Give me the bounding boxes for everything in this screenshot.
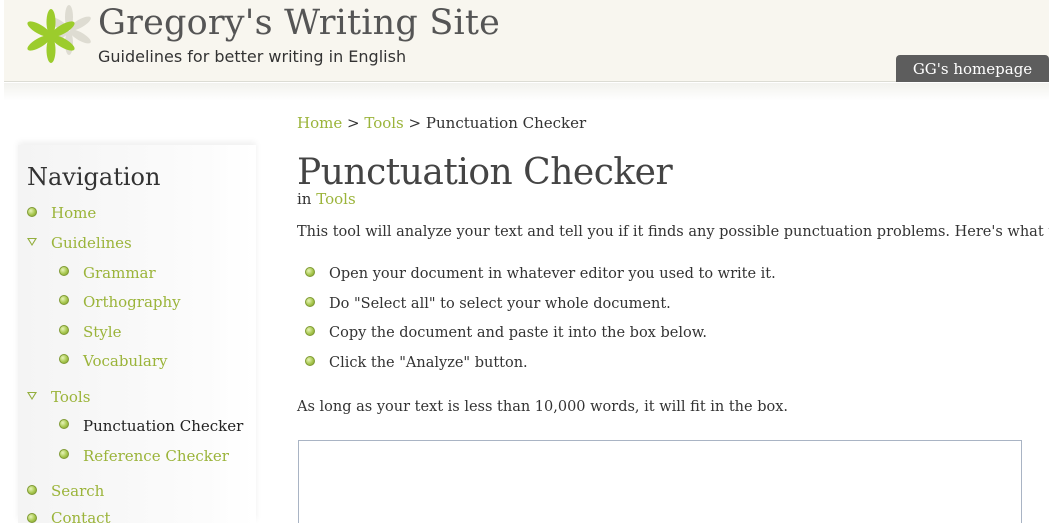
bullet-icon	[305, 297, 315, 307]
bullet-icon	[59, 295, 69, 305]
sidebar-item-reference-checker[interactable]: Reference Checker	[83, 447, 229, 465]
bullet-icon	[59, 325, 69, 335]
bullet-icon	[59, 354, 69, 364]
sidebar-item-grammar[interactable]: Grammar	[83, 264, 156, 282]
bullet-icon	[59, 449, 69, 459]
homepage-link-button[interactable]: GG's homepage	[896, 55, 1049, 82]
step-item: Open your document in whatever editor yo…	[329, 266, 776, 282]
bullet-icon	[305, 356, 315, 366]
sidebar-item-search[interactable]: Search	[51, 482, 104, 500]
site-subtitle: Guidelines for better writing in English	[98, 47, 407, 66]
sidebar-item-guidelines[interactable]: Guidelines	[51, 234, 132, 252]
step-item: Click the "Analyze" button.	[329, 355, 528, 371]
asterisk-flower-icon[interactable]	[18, 4, 98, 64]
bullet-icon	[59, 419, 69, 429]
category-tools-link[interactable]: Tools	[316, 190, 355, 208]
sidebar-navigation: Navigation Home Guidelines Grammar Ortho…	[18, 145, 256, 523]
step-item: Do "Select all" to select your whole doc…	[329, 296, 671, 312]
site-header: Gregory's Writing Site Guidelines for be…	[4, 0, 1049, 82]
nav-title: Navigation	[27, 163, 161, 191]
breadcrumb: Home > Tools > Punctuation Checker	[297, 114, 586, 132]
bullet-icon	[27, 513, 37, 523]
bullet-icon	[305, 326, 315, 336]
category-prefix: in	[297, 190, 312, 208]
bullet-icon	[27, 485, 37, 495]
site-title[interactable]: Gregory's Writing Site	[98, 3, 500, 43]
sidebar-item-contact[interactable]: Contact	[51, 509, 111, 523]
bullet-icon	[27, 207, 37, 217]
sidebar-item-home[interactable]: Home	[51, 204, 96, 222]
sidebar-item-orthography[interactable]: Orthography	[83, 293, 181, 311]
breadcrumb-tools-link[interactable]: Tools	[364, 114, 403, 132]
sidebar-item-punctuation-checker[interactable]: Punctuation Checker	[83, 417, 243, 435]
text-input-area[interactable]	[298, 440, 1022, 523]
breadcrumb-home-link[interactable]: Home	[297, 114, 342, 132]
word-limit-note: As long as your text is less than 10,000…	[297, 399, 789, 415]
sidebar-item-style[interactable]: Style	[83, 323, 121, 341]
breadcrumb-separator: >	[408, 114, 422, 132]
bullet-icon	[305, 267, 315, 277]
page-title: Punctuation Checker	[297, 152, 673, 193]
step-item: Copy the document and paste it into the …	[329, 325, 707, 341]
sidebar-item-tools[interactable]: Tools	[51, 388, 90, 406]
breadcrumb-separator: >	[347, 114, 360, 132]
page-category: in Tools	[297, 190, 356, 208]
expanded-triangle-icon	[27, 238, 37, 246]
intro-text: This tool will analyze your text and tel…	[297, 224, 1049, 240]
expanded-triangle-icon	[27, 392, 37, 400]
bullet-icon	[59, 266, 69, 276]
sidebar-item-vocabulary[interactable]: Vocabulary	[83, 352, 167, 370]
header-shadow	[4, 83, 1049, 101]
breadcrumb-current: Punctuation Checker	[425, 114, 587, 132]
